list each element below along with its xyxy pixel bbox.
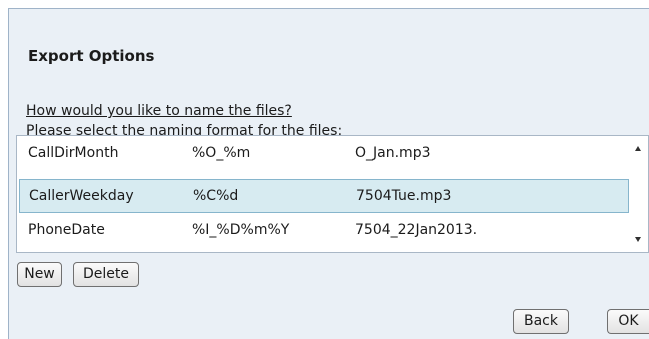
format-example: O_Jan.mp3 bbox=[355, 145, 431, 161]
format-pattern: %I_%D%m%Y bbox=[192, 222, 290, 238]
new-button[interactable]: New bbox=[17, 262, 62, 287]
ok-button[interactable]: OK bbox=[607, 309, 649, 334]
back-button[interactable]: Back bbox=[513, 309, 569, 334]
format-name: CallerWeekday bbox=[29, 188, 134, 204]
naming-question-link[interactable]: How would you like to name the files? bbox=[26, 103, 292, 119]
format-pattern: %O_%m bbox=[192, 145, 251, 161]
list-scrollbar[interactable] bbox=[629, 136, 648, 252]
format-pattern: %C%d bbox=[193, 188, 239, 204]
naming-format-list[interactable]: CallDirMonth %O_%m O_Jan.mp3 CallerWeekd… bbox=[16, 135, 649, 253]
list-item[interactable]: PhoneDate %I_%D%m%Y 7504_22Jan2013. bbox=[19, 214, 629, 248]
arrow-down-icon[interactable] bbox=[635, 237, 641, 242]
dialog-title: Export Options bbox=[28, 47, 155, 65]
delete-button[interactable]: Delete bbox=[73, 262, 139, 287]
list-item-selected[interactable]: CallerWeekday %C%d 7504Tue.mp3 bbox=[19, 179, 629, 213]
format-example: 7504_22Jan2013. bbox=[355, 222, 478, 238]
format-example: 7504Tue.mp3 bbox=[356, 188, 452, 204]
format-name: PhoneDate bbox=[28, 222, 105, 238]
list-item[interactable]: CallDirMonth %O_%m O_Jan.mp3 bbox=[19, 137, 629, 171]
format-name: CallDirMonth bbox=[28, 145, 119, 161]
arrow-up-icon[interactable] bbox=[635, 146, 641, 151]
